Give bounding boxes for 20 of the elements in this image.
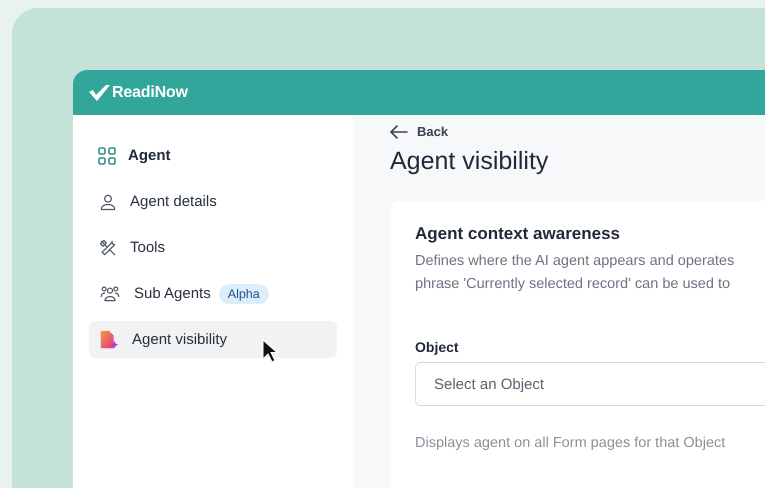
people-icon bbox=[98, 284, 122, 304]
back-arrow-icon bbox=[390, 124, 408, 138]
object-select[interactable]: Select an Object bbox=[415, 362, 765, 406]
checkmark-logo-icon bbox=[88, 84, 110, 102]
sidebar-heading: Agent bbox=[128, 147, 170, 164]
back-link[interactable]: Back bbox=[390, 124, 448, 139]
helper-text: Displays agent on all Form pages for that Object bbox=[415, 435, 726, 451]
page-title: Agent visibility bbox=[390, 147, 550, 176]
mouse-pointer-icon bbox=[262, 339, 278, 363]
app-logo: ReadiNow bbox=[112, 84, 188, 102]
field-label: Object bbox=[415, 339, 460, 355]
document-sparkle-icon bbox=[98, 328, 120, 350]
card-description: Defines where the AI agent appears and operates phrase 'Currently selected record' can be used to bbox=[415, 252, 736, 294]
alpha-badge: Alpha bbox=[218, 284, 269, 304]
tools-icon bbox=[98, 238, 118, 258]
grid-icon bbox=[98, 146, 116, 164]
sidebar-item[interactable]: Agent details bbox=[89, 183, 337, 220]
sidebar-item[interactable]: Sub Agents Alpha bbox=[89, 275, 337, 312]
sidebar-item[interactable]: Tools bbox=[89, 229, 337, 266]
card-heading: Agent context awareness bbox=[415, 224, 622, 244]
